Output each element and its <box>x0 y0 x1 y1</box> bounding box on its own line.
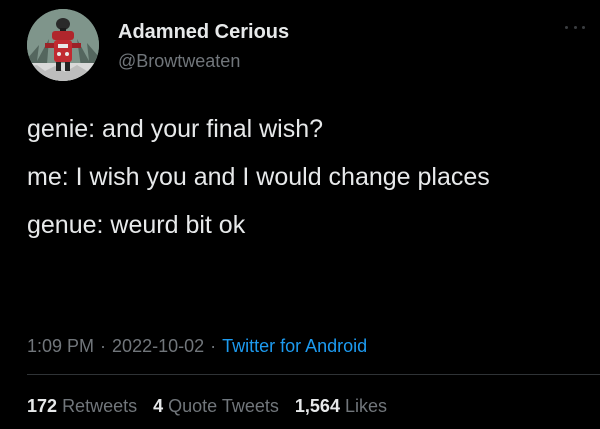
quote-tweets-stat[interactable]: 4 Quote Tweets <box>153 396 279 416</box>
quote-tweets-count: 4 <box>153 396 164 416</box>
tweet-header: Adamned Cerious @Browtweaten <box>27 9 587 81</box>
retweets-count: 172 <box>27 396 58 416</box>
more-dot <box>582 25 585 29</box>
divider <box>27 374 600 375</box>
meta-separator: · <box>100 336 107 356</box>
tweet-date[interactable]: 2022-10-02 <box>112 336 204 356</box>
tweet-stats: 172 Retweets 4 Quote Tweets 1,564 Likes <box>27 396 587 417</box>
tweet-time[interactable]: 1:09 PM <box>27 336 94 356</box>
likes-count: 1,564 <box>294 396 340 416</box>
tweet-source-link[interactable]: Twitter for Android <box>222 336 367 356</box>
more-dot <box>573 25 577 29</box>
author-display-name[interactable]: Adamned Cerious <box>118 21 289 44</box>
quote-tweets-label: Quote Tweets <box>168 396 279 416</box>
avatar[interactable] <box>27 9 99 81</box>
likes-label: Likes <box>344 396 387 416</box>
tweet-text: genie: and your final wish? me: I wish y… <box>27 114 577 241</box>
tweet-meta: 1:09 PM · 2022-10-02 · Twitter for Android <box>27 336 587 357</box>
robot-avatar-icon <box>27 9 99 81</box>
tweet-line: genie: and your final wish? <box>27 115 324 143</box>
meta-separator: · <box>210 336 217 356</box>
tweet-line: me: I wish you and I would change places <box>27 163 490 191</box>
author-handle[interactable]: @Browtweaten <box>118 51 240 72</box>
more-options-icon[interactable] <box>565 23 585 31</box>
likes-stat[interactable]: 1,564 Likes <box>295 396 387 416</box>
more-dot <box>565 25 568 29</box>
retweets-stat[interactable]: 172 Retweets <box>27 396 137 416</box>
retweets-label: Retweets <box>62 396 138 416</box>
tweet-line: genue: weurd bit ok <box>27 211 246 239</box>
